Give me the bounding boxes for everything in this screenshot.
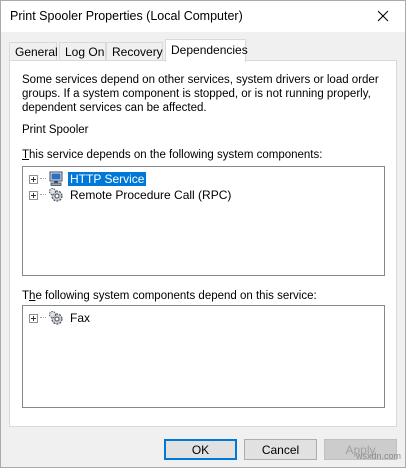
watermark: wsxdn.com [355, 451, 401, 461]
tree-node-label[interactable]: Remote Procedure Call (RPC) [68, 188, 233, 202]
properties-dialog: Print Spooler Properties (Local Computer… [0, 0, 406, 468]
tree-node-http-service[interactable]: HTTP Service [29, 171, 148, 187]
dependents-label-start: T [22, 290, 30, 302]
close-button[interactable] [361, 1, 405, 31]
dependents-tree[interactable]: Fax [22, 305, 385, 408]
tree-node-fax[interactable]: Fax [29, 310, 92, 326]
expand-icon[interactable] [29, 174, 38, 184]
service-name: Print Spooler [22, 124, 89, 136]
window-title: Print Spooler Properties (Local Computer… [10, 9, 243, 23]
computer-icon [49, 171, 63, 186]
tree-node-label[interactable]: HTTP Service [66, 171, 148, 187]
tab-log-on[interactable]: Log On [59, 42, 106, 61]
close-icon [377, 10, 389, 22]
dependents-label: The following system components depend o… [22, 290, 317, 302]
ok-button[interactable]: OK [164, 439, 237, 460]
gear-icon [49, 311, 63, 325]
depends-on-label-text: his service depends on the following sys… [29, 149, 323, 161]
expand-icon[interactable] [29, 313, 38, 323]
gear-icon [49, 188, 63, 202]
tab-recovery[interactable]: Recovery [106, 42, 163, 61]
description-text: Some services depend on other services, … [22, 74, 379, 114]
depends-on-label-accesskey: T [22, 149, 30, 161]
depends-on-label: This service depends on the following sy… [22, 149, 322, 161]
dependents-label-text: e following system components depend on … [35, 290, 317, 302]
expand-icon[interactable] [29, 190, 38, 200]
tab-dependencies[interactable]: Dependencies [165, 39, 248, 62]
tree-node-rpc[interactable]: Remote Procedure Call (RPC) [29, 187, 233, 203]
cancel-button[interactable]: Cancel [244, 439, 317, 460]
dependencies-panel: Some services depend on other services, … [9, 60, 397, 427]
tab-general[interactable]: General [9, 42, 58, 61]
title-bar: Print Spooler Properties (Local Computer… [1, 1, 405, 32]
depends-on-tree[interactable]: HTTP Service Remote Procedure Call (RPC) [22, 166, 385, 276]
tree-node-label[interactable]: Fax [68, 311, 92, 325]
